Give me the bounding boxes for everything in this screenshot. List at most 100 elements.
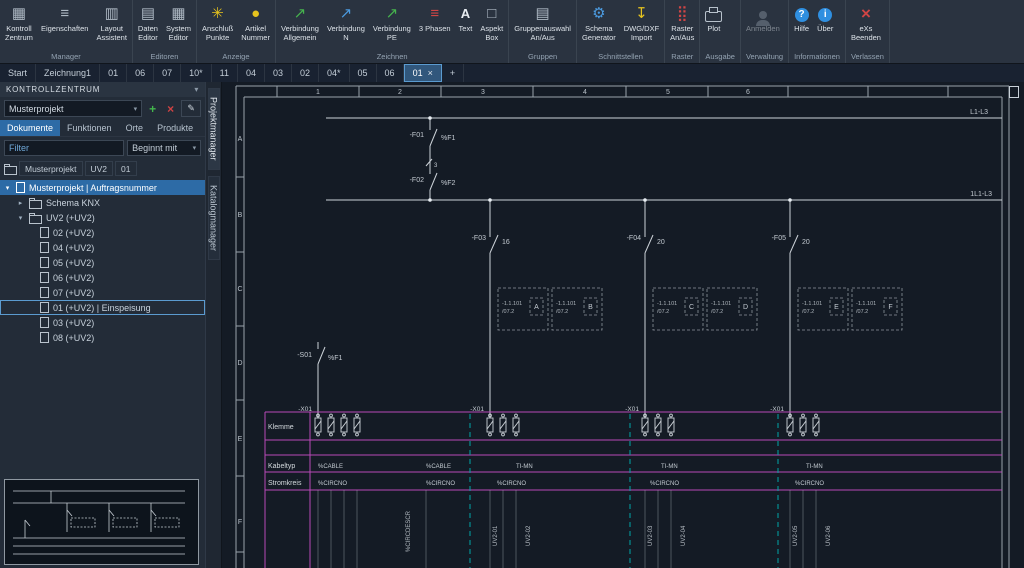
tree-item[interactable]: 08 (+UV2)	[0, 330, 205, 345]
tab-katalogmanager[interactable]: Katalogmanager	[208, 176, 220, 260]
column-label: 5	[666, 89, 670, 96]
verbindung-pe-button[interactable]: ↗ Verbindung PE	[369, 0, 415, 51]
tree-item[interactable]: 04 (+UV2)	[0, 240, 205, 255]
tree-item[interactable]: 05 (+UV2)	[0, 255, 205, 270]
ribbon-group-anzeige: ✳ Anschluß Punkte ● Artikel Nummer Anzei…	[197, 0, 276, 63]
tab-10[interactable]: 10*	[181, 64, 212, 82]
layout-assistent-button[interactable]: ▥ Layout Assistent	[92, 0, 130, 51]
tab-01[interactable]: 01	[100, 64, 127, 82]
tree-item[interactable]: 03 (+UV2)	[0, 315, 205, 330]
drawing-canvas[interactable]: 1 2 3 4 5 6 A B C D E F	[222, 82, 1024, 568]
breadcrumb-segment[interactable]: 01	[115, 161, 136, 176]
junction-dot	[643, 198, 647, 202]
eigenschaften-button[interactable]: ≡ Eigenschaften	[37, 0, 93, 51]
tree-item[interactable]: 06 (+UV2)	[0, 270, 205, 285]
tab-start[interactable]: Start	[0, 64, 36, 82]
expander-icon[interactable]: ▾	[16, 214, 25, 222]
tab-07[interactable]: 07	[154, 64, 181, 82]
tab-zeichnung1[interactable]: Zeichnung1	[36, 64, 100, 82]
tab-11[interactable]: 11	[212, 64, 238, 82]
document-icon	[40, 317, 49, 328]
verbindung-allgemein-button[interactable]: ↗ Verbindung Allgemein	[277, 0, 323, 51]
hilfe-button[interactable]: ? Hilfe	[790, 0, 813, 51]
vertical-description-labels: %CIRCDESCR UV2-01 UV2-02 UV2-03 UV2-04 U…	[270, 510, 832, 568]
system-editor-button[interactable]: ▦ System Editor	[162, 0, 195, 51]
text-icon: A	[461, 3, 470, 23]
add-project-button[interactable]: +	[145, 101, 160, 116]
tab-label: 10*	[189, 68, 203, 78]
tab-05[interactable]: 05	[350, 64, 377, 82]
svg-text:/07.2: /07.2	[657, 309, 669, 315]
kontrollzentrum-button[interactable]: ▦ Kontroll Zentrum	[1, 0, 37, 51]
new-tab-button[interactable]: +	[442, 64, 464, 82]
tab-04b[interactable]: 04*	[319, 64, 350, 82]
tab-04[interactable]: 04	[238, 64, 265, 82]
edit-project-button[interactable]: ✎	[181, 100, 201, 117]
tree-item-root[interactable]: ▾ Musterprojekt | Auftragsnummer	[0, 180, 205, 195]
exs-beenden-button[interactable]: × eXs Beenden	[847, 0, 885, 51]
column-label: 3	[481, 89, 485, 96]
bus-lines	[326, 118, 1002, 200]
tab-06b[interactable]: 06	[377, 64, 404, 82]
project-select[interactable]: Musterprojekt ▾	[4, 100, 142, 117]
tab-projektmanager[interactable]: Projektmanager	[208, 88, 220, 170]
tab-label: Start	[8, 68, 27, 78]
ribbon-group-schnittstellen: ⚙ Schema Generator ↧ DWG/DXF Import Schn…	[577, 0, 665, 63]
breadcrumb-segment[interactable]: Musterprojekt	[19, 161, 83, 176]
button-label: Layout Assistent	[96, 24, 126, 42]
panel-options-icon[interactable]: ▾	[194, 85, 199, 94]
filter-mode-select[interactable]: Beginnt mit ▾	[127, 140, 201, 156]
tab-label: 01	[108, 68, 118, 78]
preview-thumbnail[interactable]	[4, 479, 199, 565]
document-icon	[40, 332, 49, 343]
plot-button[interactable]: Plot	[701, 0, 726, 51]
bus-labels: L1-L3 1L1-L3	[970, 109, 992, 198]
tree-item[interactable]: 02 (+UV2)	[0, 225, 205, 240]
tab-02[interactable]: 02	[292, 64, 319, 82]
tree-item-selected-drawing[interactable]: 01 (+UV2) | Einspeisung	[0, 300, 205, 315]
delete-project-button[interactable]: ×	[163, 101, 178, 116]
gruppenauswahl-button[interactable]: ▤ Gruppenauswahl An/Aus	[510, 0, 575, 51]
properties-icon: ≡	[60, 3, 69, 23]
document-icon	[40, 227, 49, 238]
page-icon[interactable]	[1009, 86, 1019, 98]
dwg-dxf-import-button[interactable]: ↧ DWG/DXF Import	[620, 0, 663, 51]
import-arrow-icon: ↧	[635, 3, 648, 23]
expander-icon[interactable]: ▸	[16, 199, 25, 207]
verbindung-n-button[interactable]: ↗ Verbindung N	[323, 0, 369, 51]
connection-n-arrow-icon: ↗	[340, 3, 353, 23]
project-select-value: Musterprojekt	[9, 104, 64, 114]
ueber-button[interactable]: i Über	[813, 0, 837, 51]
raster-button[interactable]: ⣿ Raster An/Aus	[666, 0, 698, 51]
tab-orte[interactable]: Orte	[119, 120, 151, 136]
daten-editor-button[interactable]: ▤ Daten Editor	[134, 0, 162, 51]
anmelden-button[interactable]: Anmelden	[742, 0, 784, 51]
tree-item[interactable]: ▾ UV2 (+UV2)	[0, 210, 205, 225]
breadcrumb-segment[interactable]: UV2	[85, 161, 114, 176]
tree-item-label: 06 (+UV2)	[53, 273, 94, 283]
switch-s01	[318, 342, 325, 418]
aspekt-box-button[interactable]: □ Aspekt Box	[476, 0, 507, 51]
schema-generator-button[interactable]: ⚙ Schema Generator	[578, 0, 620, 51]
tab-06[interactable]: 06	[127, 64, 154, 82]
expander-icon[interactable]: ▾	[3, 184, 12, 192]
tree-item-label: 04 (+UV2)	[53, 243, 94, 253]
close-icon[interactable]: ×	[428, 68, 433, 78]
junction-dot	[488, 198, 492, 202]
button-label: DWG/DXF Import	[624, 24, 659, 42]
filter-input[interactable]: Filter	[4, 140, 124, 156]
bulb-icon: ●	[251, 3, 260, 23]
tab-funktionen[interactable]: Funktionen	[60, 120, 119, 136]
tab-dokumente[interactable]: Dokumente	[0, 120, 60, 136]
tab-produkte[interactable]: Produkte	[150, 120, 200, 136]
tree-item[interactable]: 07 (+UV2)	[0, 285, 205, 300]
tab-03[interactable]: 03	[265, 64, 292, 82]
row-header: Stromkreis	[268, 480, 302, 487]
tab-01-active[interactable]: 01 ×	[404, 64, 442, 82]
artikelnummer-button[interactable]: ● Artikel Nummer	[237, 0, 274, 51]
drei-phasen-button[interactable]: ≡ 3 Phasen	[415, 0, 455, 51]
anschlusspunkte-button[interactable]: ✳ Anschluß Punkte	[198, 0, 237, 51]
text-button[interactable]: A Text	[455, 0, 477, 51]
svg-text:%CABLE: %CABLE	[318, 464, 343, 470]
tree-item[interactable]: ▸ Schema KNX	[0, 195, 205, 210]
